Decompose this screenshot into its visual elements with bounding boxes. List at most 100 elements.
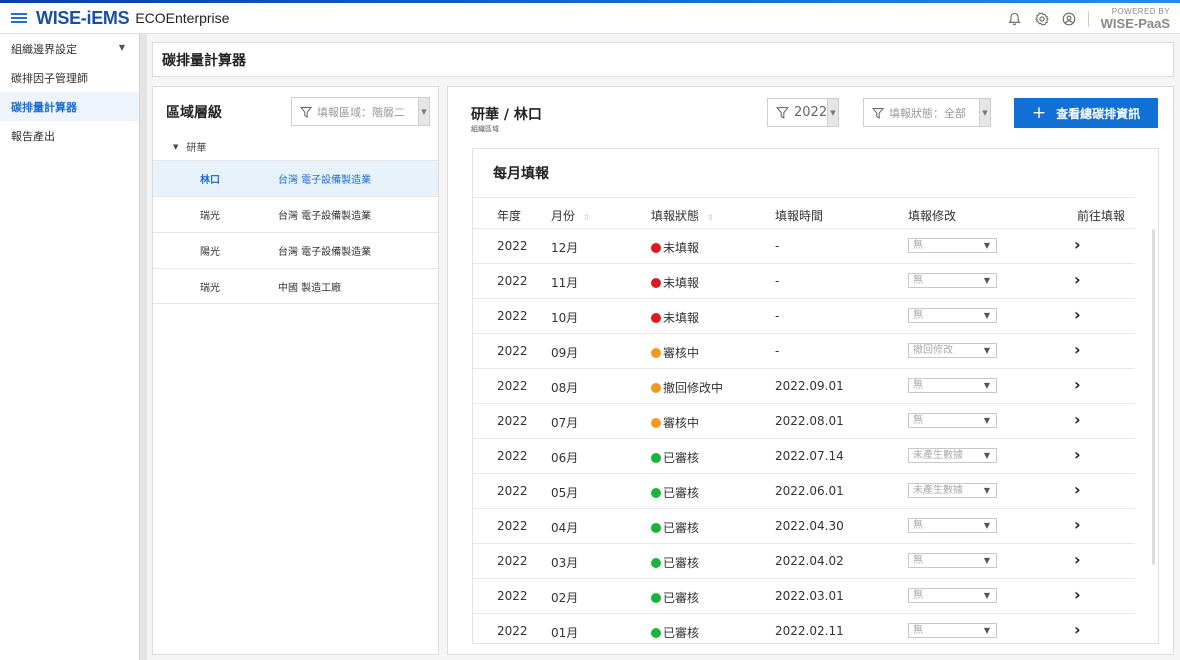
menu-icon[interactable] — [11, 11, 27, 25]
modify-select[interactable]: 無 ▼ — [908, 623, 997, 638]
modify-select-value: 撤回修改 — [913, 345, 953, 356]
go-to-report-icon[interactable]: › — [1074, 620, 1081, 639]
monthly-table-body: 2022 12月 未填報 - 無 ▼ › 2022 11月 未填報 - 無 ▼ › 2022 10月 未填報 - 無… — [473, 229, 1135, 643]
monthly-report-title: 每月填報 — [493, 166, 549, 182]
region-name: 瑞光 — [200, 282, 220, 294]
modify-select[interactable]: 未產生數據 ▼ — [908, 448, 997, 463]
go-to-report-icon[interactable]: › — [1074, 445, 1081, 464]
region-row[interactable]: 瑞光 中國 製造工廠 — [153, 268, 438, 304]
cell-year: 2022 — [497, 624, 528, 638]
cell-time: 2022.03.01 — [775, 589, 844, 603]
modify-select-value: 無 — [913, 380, 923, 391]
status-dot-icon — [651, 628, 661, 638]
column-header-modify: 填報修改 — [908, 209, 957, 223]
go-to-report-icon[interactable]: › — [1074, 515, 1081, 534]
table-row: 2022 09月 審核中 - 撤回修改 ▼ › — [473, 334, 1135, 369]
status-label: 未填報 — [663, 241, 700, 255]
cell-month: 01月 — [551, 626, 579, 640]
modify-select-value: 無 — [913, 590, 923, 601]
product-name: ECOEnterprise — [135, 10, 230, 26]
tree-root-label: 研華 — [186, 143, 207, 154]
go-to-report-icon[interactable]: › — [1074, 270, 1081, 289]
status-dot-icon — [651, 523, 661, 533]
status-filter[interactable]: 填報狀態：全部 ▼ — [863, 98, 991, 127]
go-to-report-icon[interactable]: › — [1074, 235, 1081, 254]
cell-month: 10月 — [551, 311, 579, 325]
go-to-report-icon[interactable]: › — [1074, 585, 1081, 604]
sidebar-item-label: 報告產出 — [11, 129, 55, 143]
modify-select[interactable]: 無 ▼ — [908, 378, 997, 393]
platform-name: WISE-PaaS — [1100, 15, 1170, 31]
status-dot-icon — [651, 488, 661, 498]
table-row: 2022 05月 已審核 2022.06.01 未產生數據 ▼ › — [473, 474, 1135, 509]
cell-status: 已審核 — [651, 589, 699, 606]
modify-select[interactable]: 無 ▼ — [908, 238, 997, 253]
cell-time: - — [775, 344, 780, 358]
view-total-emissions-button[interactable]: + 查看總碳排資訊 — [1014, 98, 1158, 128]
sidebar: 組織邊界設定 ▼ 碳排因子管理師 碳排量計算器 報告產出 — [0, 34, 139, 660]
bell-icon[interactable] — [1004, 8, 1026, 30]
modify-select[interactable]: 無 ▼ — [908, 273, 997, 288]
powered-by-logo: POWERED BY WISE-PaaS — [1100, 7, 1170, 31]
go-to-report-icon[interactable]: › — [1074, 375, 1081, 394]
column-header-status[interactable]: 填報狀態 ⇳ — [651, 207, 714, 224]
cell-status: 已審核 — [651, 519, 699, 536]
status-dot-icon — [651, 593, 661, 603]
cell-year: 2022 — [497, 449, 528, 463]
status-label: 未填報 — [663, 276, 700, 290]
cell-status: 審核中 — [651, 344, 699, 361]
cell-year: 2022 — [497, 519, 528, 533]
cell-time: 2022.09.01 — [775, 379, 844, 393]
modify-select[interactable]: 無 ▼ — [908, 308, 997, 323]
region-description: 台灣 電子設備製造業 — [278, 247, 372, 258]
modify-select[interactable]: 無 ▼ — [908, 518, 997, 533]
cell-status: 未填報 — [651, 309, 699, 326]
column-header-goto: 前往填報 — [1077, 209, 1126, 223]
modify-select[interactable]: 無 ▼ — [908, 553, 997, 568]
go-to-report-icon[interactable]: › — [1074, 480, 1081, 499]
go-to-report-icon[interactable]: › — [1074, 410, 1081, 429]
cell-time: 2022.04.02 — [775, 554, 844, 568]
column-header-month-label: 月份 — [551, 209, 576, 223]
header-actions: POWERED BY WISE-PaaS — [999, 3, 1170, 34]
dropdown-arrow-icon: ▼ — [983, 311, 990, 320]
status-label: 審核中 — [663, 416, 700, 430]
cell-month: 06月 — [551, 451, 579, 465]
tree-root-node[interactable]: ▼ 研華 — [173, 139, 207, 155]
column-header-status-label: 填報狀態 — [651, 209, 700, 223]
dropdown-arrow-icon: ▼ — [983, 556, 990, 565]
sidebar-item-report-output[interactable]: 報告產出 — [0, 121, 139, 150]
go-to-report-icon[interactable]: › — [1074, 550, 1081, 569]
region-level-filter[interactable]: 填報區域：階層二 ▼ — [291, 97, 430, 126]
dropdown-arrow-icon: ▼ — [983, 626, 990, 635]
modify-select-value: 無 — [913, 240, 923, 251]
dropdown-arrow-icon: ▼ — [983, 521, 990, 530]
sidebar-resize-handle[interactable] — [139, 34, 147, 660]
gear-icon[interactable] — [1031, 8, 1053, 30]
sidebar-item-carbon-calculator[interactable]: 碳排量計算器 — [0, 92, 139, 121]
region-level-filter-text: 填報區域：階層二 — [317, 105, 405, 119]
modify-select[interactable]: 無 ▼ — [908, 413, 997, 428]
user-icon[interactable] — [1058, 8, 1080, 30]
cell-time: - — [775, 274, 780, 288]
region-row[interactable]: 陽光 台灣 電子設備製造業 — [153, 232, 438, 268]
region-row[interactable]: 瑞光 台灣 電子設備製造業 — [153, 196, 438, 232]
vertical-scrollbar[interactable] — [1152, 229, 1155, 565]
detail-panel: 研華 / 林口 組織區域 2022 ▼ 填報狀態：全部 ▼ + 查看總碳排資訊 … — [447, 86, 1174, 655]
modify-select-value: 無 — [913, 520, 923, 531]
status-label: 已審核 — [663, 556, 700, 570]
modify-select[interactable]: 撤回修改 ▼ — [908, 343, 997, 358]
modify-select[interactable]: 未產生數據 ▼ — [908, 483, 997, 498]
column-header-month[interactable]: 月份 ⇳ — [551, 207, 590, 224]
region-name: 林口 — [200, 175, 220, 186]
go-to-report-icon[interactable]: › — [1074, 340, 1081, 359]
modify-select[interactable]: 無 ▼ — [908, 588, 997, 603]
table-row: 2022 01月 已審核 2022.02.11 無 ▼ › — [473, 614, 1135, 643]
year-filter[interactable]: 2022 ▼ — [767, 98, 839, 127]
cell-status: 已審核 — [651, 484, 699, 501]
sidebar-item-org-boundary[interactable]: 組織邊界設定 ▼ — [0, 34, 139, 63]
region-row[interactable]: 林口 台灣 電子設備製造業 — [153, 160, 438, 196]
sidebar-item-factor-manager[interactable]: 碳排因子管理師 — [0, 63, 139, 92]
go-to-report-icon[interactable]: › — [1074, 305, 1081, 324]
dropdown-arrow-icon: ▼ — [983, 381, 990, 390]
